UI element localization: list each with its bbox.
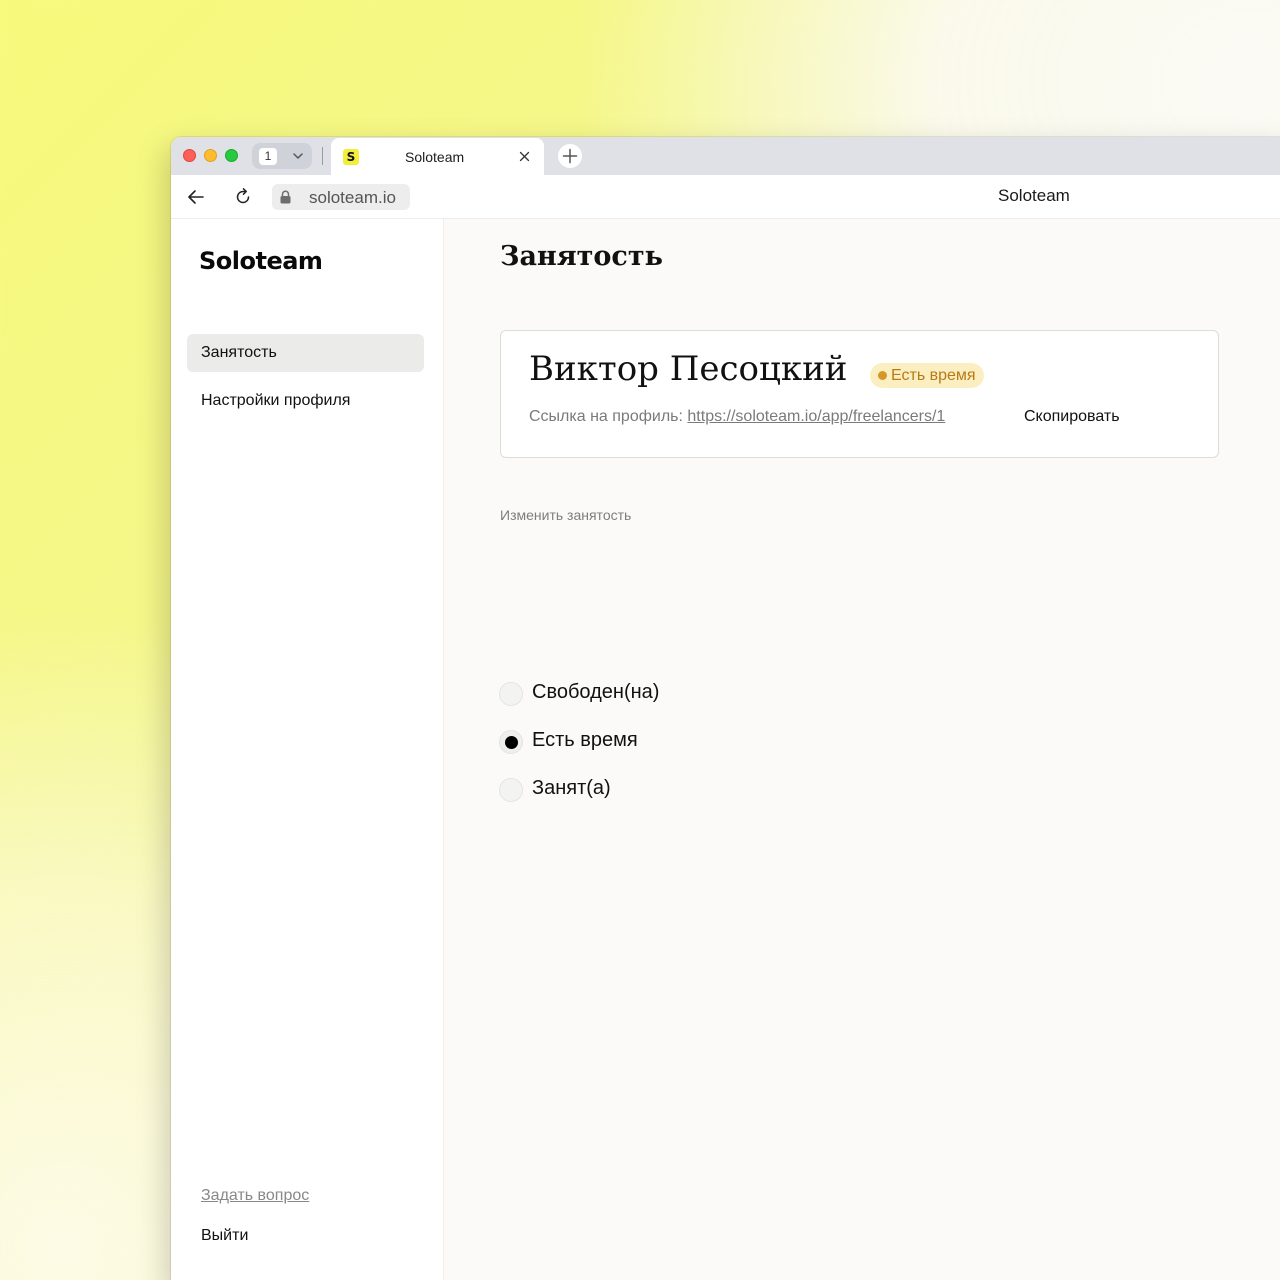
lock-icon <box>280 190 291 204</box>
url-text: soloteam.io <box>309 188 396 207</box>
tab-count: 1 <box>259 148 277 165</box>
new-tab-button[interactable] <box>558 144 582 168</box>
profile-card: Виктор Песоцкий Есть время Ссылка на про… <box>500 330 1219 458</box>
tab-bar: 1 S Soloteam <box>171 137 1280 175</box>
radio-label: Свободен(на) <box>532 681 660 703</box>
close-window-button[interactable] <box>183 149 196 162</box>
sidebar-item-profile-settings[interactable]: Настройки профиля <box>187 382 424 420</box>
main-content: Занятость Виктор Песоцкий Есть время Ссы… <box>444 219 1280 1280</box>
browser-toolbar: soloteam.io Soloteam <box>171 175 1280 219</box>
address-bar[interactable]: soloteam.io <box>272 184 410 210</box>
tab-separator <box>322 147 323 165</box>
favicon-icon: S <box>343 149 359 165</box>
browser-window: 1 S Soloteam soloteam.io Soloteam Solote… <box>171 137 1280 1280</box>
radio-button[interactable] <box>499 682 523 706</box>
copy-link-button[interactable]: Скопировать <box>1024 408 1120 426</box>
status-dot-icon <box>878 371 887 380</box>
maximize-window-button[interactable] <box>225 149 238 162</box>
back-arrow-icon[interactable] <box>187 188 205 206</box>
tab-overview-button[interactable]: 1 <box>252 143 312 169</box>
freelancer-name: Виктор Песоцкий <box>529 349 848 389</box>
status-badge-label: Есть время <box>891 367 976 384</box>
browser-tab[interactable]: S Soloteam <box>331 138 544 175</box>
close-icon[interactable] <box>519 151 530 162</box>
sidebar: Soloteam Занятость Настройки профиля Зад… <box>171 219 444 1280</box>
profile-link[interactable]: https://soloteam.io/app/freelancers/1 <box>687 408 945 425</box>
page-heading: Занятость <box>500 241 663 272</box>
plus-icon <box>562 148 578 164</box>
profile-link-row: Ссылка на профиль: https://soloteam.io/a… <box>529 408 945 426</box>
reload-icon[interactable] <box>233 187 253 207</box>
minimize-window-button[interactable] <box>204 149 217 162</box>
chevron-down-icon <box>293 153 303 159</box>
tab-title: Soloteam <box>405 149 465 165</box>
radio-button[interactable] <box>499 778 523 802</box>
radio-button-checked[interactable] <box>499 730 523 754</box>
logo[interactable]: Soloteam <box>199 247 323 275</box>
status-badge: Есть время <box>870 363 984 388</box>
sidebar-item-availability[interactable]: Занятость <box>187 334 424 372</box>
radio-selected-dot <box>505 736 518 749</box>
radio-label: Есть время <box>532 729 638 751</box>
ask-question-link[interactable]: Задать вопрос <box>201 1187 309 1205</box>
availability-section-label: Изменить занятость <box>500 507 632 523</box>
profile-link-label: Ссылка на профиль: <box>529 408 683 425</box>
logout-button[interactable]: Выйти <box>201 1227 248 1245</box>
page-title-bar: Soloteam <box>998 186 1070 205</box>
radio-label: Занят(а) <box>532 777 611 799</box>
